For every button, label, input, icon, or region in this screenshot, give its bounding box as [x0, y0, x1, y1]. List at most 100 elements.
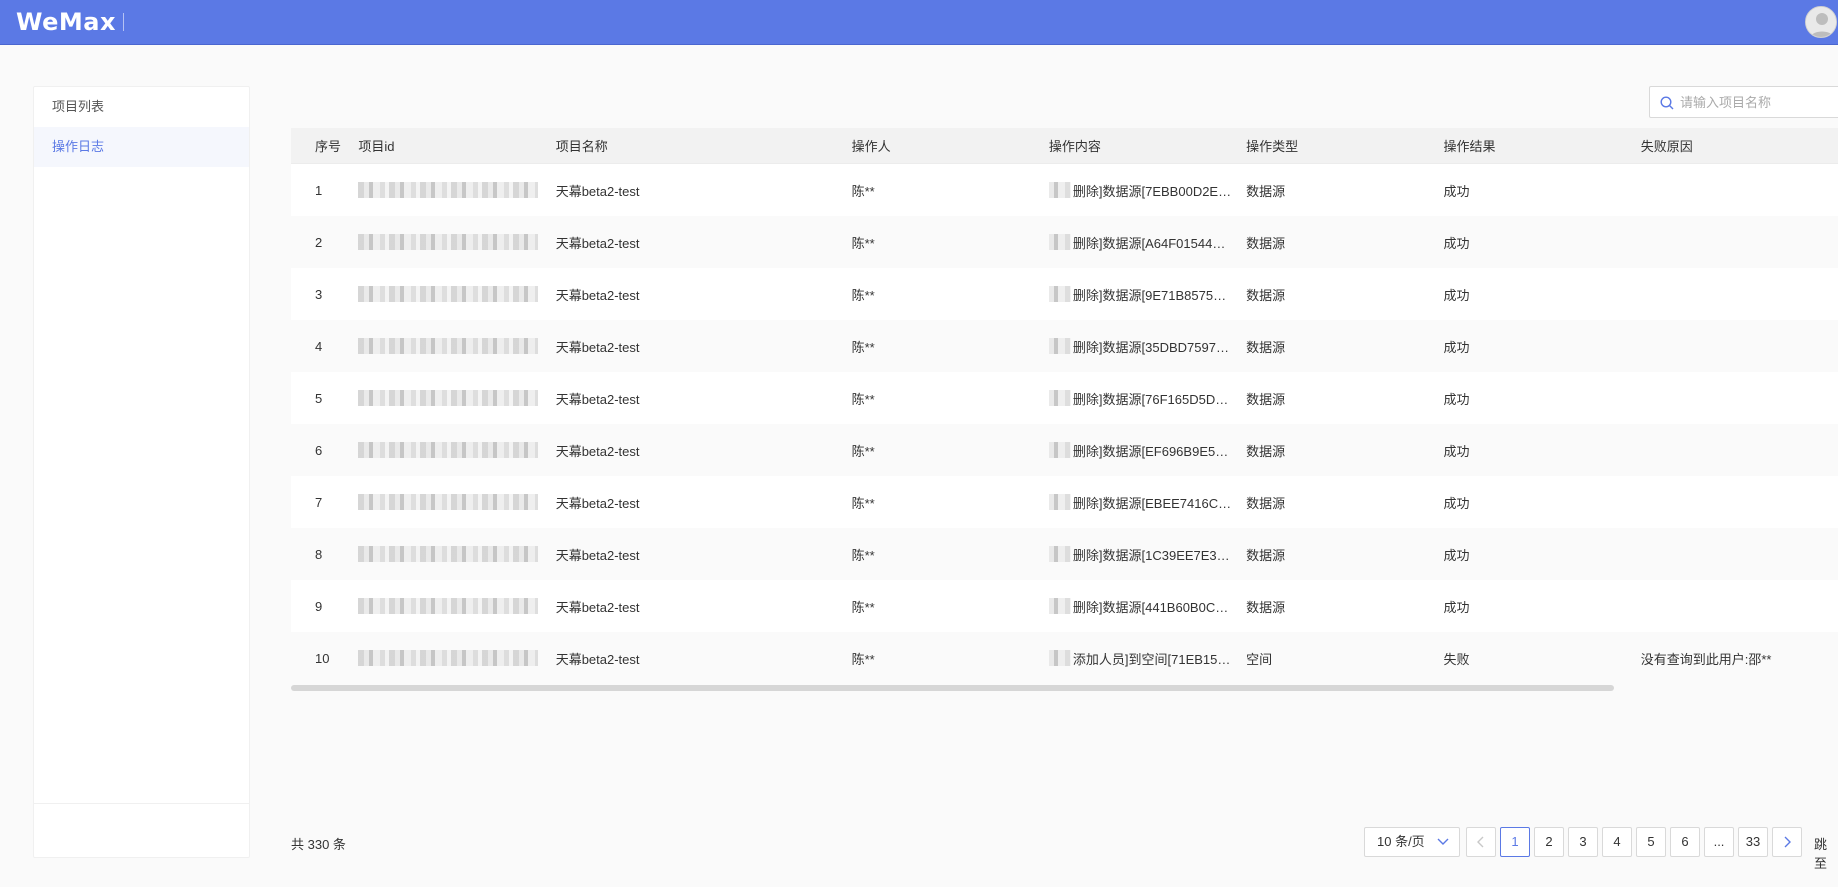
- redacted-block: [1048, 546, 1071, 562]
- fail-reason: 没有查询到此用户:邵**: [1640, 651, 1772, 667]
- project-id-redacted: [358, 494, 555, 511]
- chevron-left-icon: [1477, 836, 1484, 848]
- redacted-block: [1048, 234, 1071, 250]
- search-icon: [1660, 96, 1674, 110]
- project-id-redacted: [358, 650, 555, 667]
- col-header-project-name: 项目名称: [555, 139, 608, 154]
- table-row: 2 天幕beta2-test 陈** 删除]数据源[A64F01544E6...…: [291, 216, 1838, 268]
- sidebar-item-project-list[interactable]: 项目列表: [34, 87, 249, 127]
- prev-page-button[interactable]: [1466, 827, 1496, 857]
- redacted-block: [1048, 442, 1071, 458]
- page-button-3[interactable]: 3: [1568, 827, 1598, 857]
- operation-type: 数据源: [1246, 183, 1286, 199]
- redacted-block: [358, 598, 539, 615]
- project-id-redacted: [358, 182, 555, 199]
- operation-content: 删除]数据源[9E71B857562...: [1048, 285, 1246, 304]
- redacted-block: [358, 182, 539, 199]
- operation-type: 空间: [1246, 651, 1273, 667]
- user-avatar[interactable]: [1805, 6, 1837, 38]
- header-divider: [123, 13, 124, 31]
- operator: 陈**: [851, 547, 875, 563]
- table-row: 4 天幕beta2-test 陈** 删除]数据源[35DBD759778...…: [291, 320, 1838, 372]
- redacted-block: [358, 338, 539, 355]
- redacted-block: [358, 390, 539, 407]
- project-id-redacted: [358, 338, 555, 355]
- operation-result: 成功: [1443, 547, 1470, 563]
- page-button-33[interactable]: 33: [1738, 827, 1768, 857]
- project-id-redacted: [358, 286, 555, 303]
- operation-type: 数据源: [1246, 339, 1286, 355]
- page-size-select[interactable]: 10 条/页: [1364, 827, 1460, 857]
- user-avatar-icon: [1806, 7, 1836, 37]
- project-id-redacted: [358, 390, 555, 407]
- project-name: 天幕beta2-test: [555, 183, 640, 199]
- col-header-content: 操作内容: [1048, 139, 1101, 154]
- row-index: 9: [315, 598, 323, 614]
- operation-content-text: 删除]数据源[1C39EE7E3C...: [1072, 547, 1233, 563]
- operation-result: 成功: [1443, 183, 1470, 199]
- row-index: 7: [315, 494, 323, 510]
- operation-content-text: 删除]数据源[EF696B9E5C...: [1072, 443, 1233, 459]
- row-index: 6: [315, 442, 323, 458]
- operation-result: 失败: [1443, 651, 1470, 667]
- col-header-index: 序号: [315, 139, 342, 154]
- project-id-redacted: [358, 598, 555, 615]
- operation-result: 成功: [1443, 599, 1470, 615]
- sidebar-footer: [34, 803, 249, 857]
- page-button-2[interactable]: 2: [1534, 827, 1564, 857]
- operation-type: 数据源: [1246, 287, 1286, 303]
- chevron-right-icon: [1784, 836, 1791, 848]
- row-index: 4: [315, 338, 323, 354]
- operation-content-text: 删除]数据源[76F165D5D2D...: [1072, 391, 1233, 407]
- redacted-block: [1048, 494, 1071, 510]
- operation-result: 成功: [1443, 391, 1470, 407]
- table-row: 5 天幕beta2-test 陈** 删除]数据源[76F165D5D2D...…: [291, 372, 1838, 424]
- operation-result: 成功: [1443, 235, 1470, 251]
- row-index: 5: [315, 390, 323, 406]
- operation-content: 删除]数据源[7EBB00D2EC...: [1048, 181, 1246, 200]
- operation-content: 删除]数据源[76F165D5D2D...: [1048, 389, 1246, 408]
- chevron-down-icon: [1437, 838, 1449, 845]
- operator: 陈**: [851, 495, 875, 511]
- next-page-button[interactable]: [1772, 827, 1802, 857]
- page-button-5[interactable]: 5: [1636, 827, 1666, 857]
- sidebar: 项目列表 操作日志: [33, 86, 250, 858]
- operation-content: 删除]数据源[EBEE7416C61...: [1048, 493, 1246, 512]
- redacted-block: [358, 286, 539, 303]
- page-button-1[interactable]: 1: [1500, 827, 1530, 857]
- table-header: 序号 项目id 项目名称 操作人 操作内容 操作类型 操作结果 失败原因: [291, 128, 1838, 164]
- project-name: 天幕beta2-test: [555, 651, 640, 667]
- table-row: 7 天幕beta2-test 陈** 删除]数据源[EBEE7416C61...…: [291, 476, 1838, 528]
- redacted-block: [1048, 286, 1071, 302]
- operation-type: 数据源: [1246, 391, 1286, 407]
- page-ellipsis-button[interactable]: ...: [1704, 827, 1734, 857]
- col-header-project-id: 项目id: [358, 139, 395, 154]
- operator: 陈**: [851, 443, 875, 459]
- operation-content-text: 删除]数据源[A64F01544E6...: [1072, 235, 1233, 251]
- total-count: 共 330 条: [291, 837, 346, 852]
- redacted-block: [358, 442, 539, 459]
- redacted-block: [1048, 182, 1071, 198]
- operation-content-text: 删除]数据源[441B60B0C3F...: [1072, 599, 1233, 615]
- sidebar-item-operation-log[interactable]: 操作日志: [34, 127, 249, 167]
- page-button-4[interactable]: 4: [1602, 827, 1632, 857]
- operation-content: 添加人员]到空间[71EB1588...: [1048, 649, 1246, 668]
- row-index: 10: [315, 650, 330, 666]
- jump-to-label: 跳至: [1814, 837, 1828, 871]
- operation-content: 删除]数据源[35DBD759778...: [1048, 337, 1246, 356]
- redacted-block: [358, 546, 539, 563]
- operator: 陈**: [851, 287, 875, 303]
- app-logo[interactable]: WeMax: [16, 8, 116, 36]
- page-button-6[interactable]: 6: [1670, 827, 1700, 857]
- operator: 陈**: [851, 183, 875, 199]
- project-id-redacted: [358, 546, 555, 563]
- redacted-block: [358, 234, 539, 251]
- project-name: 天幕beta2-test: [555, 391, 640, 407]
- operator: 陈**: [851, 599, 875, 615]
- redacted-block: [358, 494, 539, 511]
- col-header-type: 操作类型: [1246, 139, 1299, 154]
- table-horizontal-scrollbar[interactable]: [291, 685, 1614, 691]
- search-input[interactable]: [1680, 87, 1838, 117]
- operation-result: 成功: [1443, 495, 1470, 511]
- project-name: 天幕beta2-test: [555, 287, 640, 303]
